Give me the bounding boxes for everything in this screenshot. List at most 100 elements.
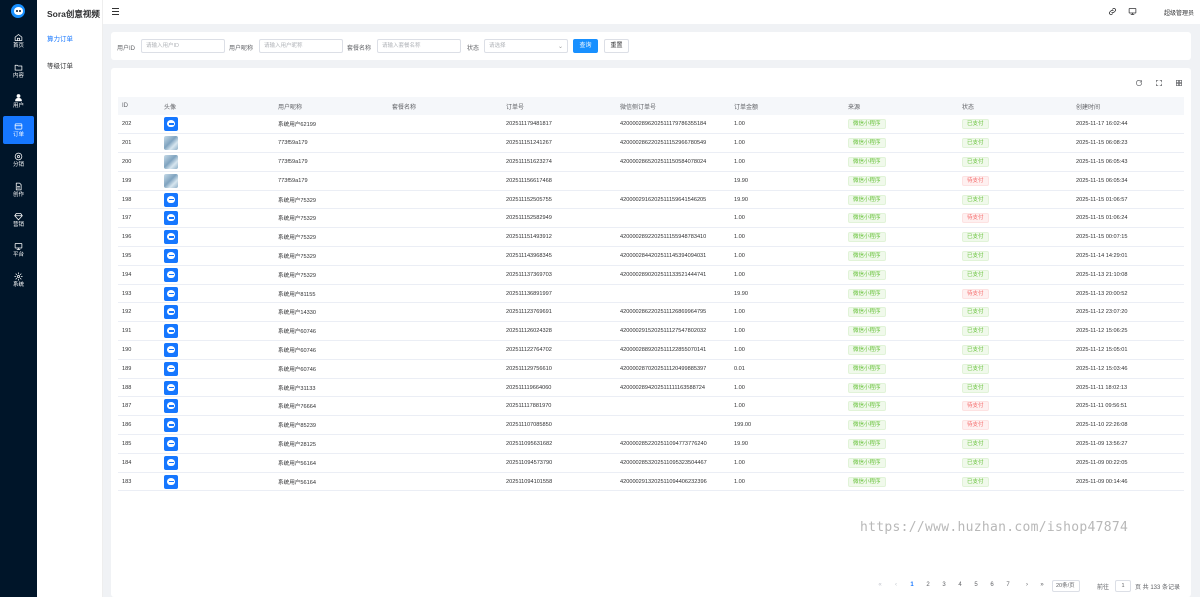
table-row[interactable]: 196 系统用户75329 202511151493912 4200002892202… (118, 227, 1184, 248)
source-cell: 微信小程序 (844, 152, 958, 172)
menu-toggle-icon[interactable] (112, 8, 119, 15)
nick-cell: 系统用户85239 (274, 415, 388, 436)
id-cell: 193 (118, 284, 160, 304)
table-row[interactable]: 183 系统用户56164 202511094101558 4200002913202… (118, 472, 1184, 492)
source-cell: 微信小程序 (844, 340, 958, 360)
page-number[interactable]: 4 (955, 582, 965, 588)
nav-distribution[interactable]: 分销 (3, 146, 34, 174)
nickname-input[interactable] (259, 39, 343, 53)
table-row[interactable]: 195 系统用户75329 202511143968345 4200002844202… (118, 246, 1184, 266)
table-row[interactable]: 186 系统用户85239 202511107085850 199.00 微信小程序 待支… (118, 415, 1184, 436)
query-button[interactable]: 查询 (573, 39, 598, 53)
nav-orders[interactable]: 订单 (3, 116, 34, 144)
table-body: 202 系统用户62199 202511179481817 4200002896202… (118, 115, 1184, 492)
table-row[interactable]: 199 773f59a179 202511156617468 19.90 微信小程序 待支… (118, 171, 1184, 191)
status-cell: 已支付 (958, 302, 1072, 323)
screen-icon[interactable] (1128, 7, 1138, 17)
nick-cell: 系统用户62199 (274, 115, 388, 135)
reset-button[interactable]: 重置 (604, 39, 629, 53)
order-cell: 202511136891997 (502, 284, 616, 304)
page-size-value: 20条/页 (1056, 583, 1075, 589)
nav-users[interactable]: 用户 (3, 87, 34, 115)
pkg-cell (388, 265, 502, 285)
goto-page-input[interactable]: 1 (1115, 580, 1131, 592)
page-number[interactable]: 3 (939, 582, 949, 588)
id-cell: 188 (118, 378, 160, 398)
table-row[interactable]: 189 系统用户60746 202511129756610 4200002870202… (118, 359, 1184, 379)
time-cell: 2025-11-12 15:03:46 (1072, 359, 1184, 379)
time-cell: 2025-11-14 14:29:01 (1072, 246, 1184, 266)
status-cell: 已支付 (958, 472, 1072, 492)
submenu: Sora创意视频 算力订单 等级订单 (37, 0, 103, 597)
amount-cell: 1.00 (730, 133, 844, 154)
avatar (164, 305, 178, 320)
table-row[interactable]: 198 系统用户75329 202511152505755 4200002916202… (118, 190, 1184, 210)
source-cell: 微信小程序 (844, 190, 958, 210)
column-header: 订单号 (502, 97, 616, 115)
nav-marketing[interactable]: 营销 (3, 206, 34, 234)
page-number[interactable]: 5 (971, 582, 981, 588)
table-row[interactable]: 191 系统用户60746 202511126024328 4200002915202… (118, 321, 1184, 342)
table-row[interactable]: 194 系统用户75329 202511137369703 4200002890202… (118, 265, 1184, 285)
source-tag: 微信小程序 (848, 326, 886, 337)
page-size-select[interactable]: 20条/页 (1052, 580, 1080, 592)
submenu-item-compute-orders[interactable]: 算力订单 (47, 33, 73, 43)
wx-cell: 4200002913202511094406232396 (616, 472, 730, 492)
avatar (164, 380, 178, 395)
status-select[interactable]: 请选择 ⌄ (484, 39, 568, 53)
avatar-cell (160, 171, 274, 191)
nav-content[interactable]: 内容 (3, 57, 34, 85)
user-id-input[interactable] (141, 39, 225, 53)
table-row[interactable]: 190 系统用户60746 202511122764702 4200002889202… (118, 340, 1184, 360)
columns-icon[interactable] (1175, 79, 1184, 88)
package-input[interactable] (377, 39, 461, 53)
source-cell: 微信小程序 (844, 208, 958, 229)
avatar (164, 192, 178, 207)
id-cell: 183 (118, 472, 160, 492)
nav-platform[interactable]: 平台 (3, 236, 34, 264)
next-page-icon[interactable]: › (1022, 582, 1032, 588)
table-row[interactable]: 192 系统用户14330 202511123769691 4200002862202… (118, 302, 1184, 323)
pkg-cell (388, 302, 502, 323)
user-icon (15, 93, 22, 101)
page-number[interactable]: 6 (987, 582, 997, 588)
nick-cell: 系统用户60746 (274, 321, 388, 342)
status-select-placeholder: 请选择 (489, 43, 506, 49)
order-cell: 202511094101558 (502, 472, 616, 492)
avatar-cell (160, 396, 274, 417)
status-badge: 待支付 (962, 175, 989, 186)
avatar (164, 342, 178, 357)
first-page-icon[interactable]: « (875, 582, 885, 588)
table-row[interactable]: 188 系统用户31133 202511119664060 4200002894202… (118, 378, 1184, 398)
table-row[interactable]: 184 系统用户56164 202511094573790 4200002853202… (118, 453, 1184, 473)
refresh-icon[interactable] (1135, 79, 1144, 88)
table-row[interactable]: 187 系统用户76664 202511117881970 1.00 微信小程序 待支付 2… (118, 396, 1184, 417)
id-cell: 190 (118, 340, 160, 360)
pagination: « ‹ › » 20条/页 前往 1 页 共 133 条记录 1234567 (111, 580, 1191, 594)
table-row[interactable]: 185 系统用户28125 202511095631682 4200002852202… (118, 434, 1184, 454)
submenu-item-level-orders[interactable]: 等级订单 (47, 60, 73, 70)
status-cell: 已支付 (958, 265, 1072, 285)
page-number[interactable]: 7 (1003, 582, 1013, 588)
nick-cell: 系统用户60746 (274, 340, 388, 360)
table-row[interactable]: 197 系统用户75329 202511152582949 1.00 微信小程序 待支付 2… (118, 208, 1184, 229)
fullscreen-icon[interactable] (1155, 79, 1164, 88)
page-number[interactable]: 1 (907, 582, 917, 588)
link-icon[interactable] (1108, 7, 1118, 17)
table-row[interactable]: 202 系统用户62199 202511179481817 4200002896202… (118, 115, 1184, 135)
page-number[interactable]: 2 (923, 582, 933, 588)
table-row[interactable]: 200 773f59a179 202511151623274 420000286520… (118, 152, 1184, 172)
status-badge: 已支付 (962, 476, 989, 487)
nav-system[interactable]: 系统 (3, 266, 34, 294)
nick-cell: 系统用户56164 (274, 453, 388, 473)
avatar-cell (160, 284, 274, 304)
current-user[interactable]: 超级管理员 (1164, 8, 1194, 17)
amount-cell: 19.90 (730, 284, 844, 304)
nav-creation[interactable]: 创作 (3, 176, 34, 204)
table-row[interactable]: 201 773f59a179 202511151241267 420000286220… (118, 133, 1184, 154)
nav-home[interactable]: 首页 (3, 27, 34, 55)
table-row[interactable]: 193 系统用户81155 202511136891997 19.90 微信小程序 待支付… (118, 284, 1184, 304)
order-cell: 202511095631682 (502, 434, 616, 454)
prev-page-icon[interactable]: ‹ (891, 582, 901, 588)
last-page-icon[interactable]: » (1037, 582, 1047, 588)
